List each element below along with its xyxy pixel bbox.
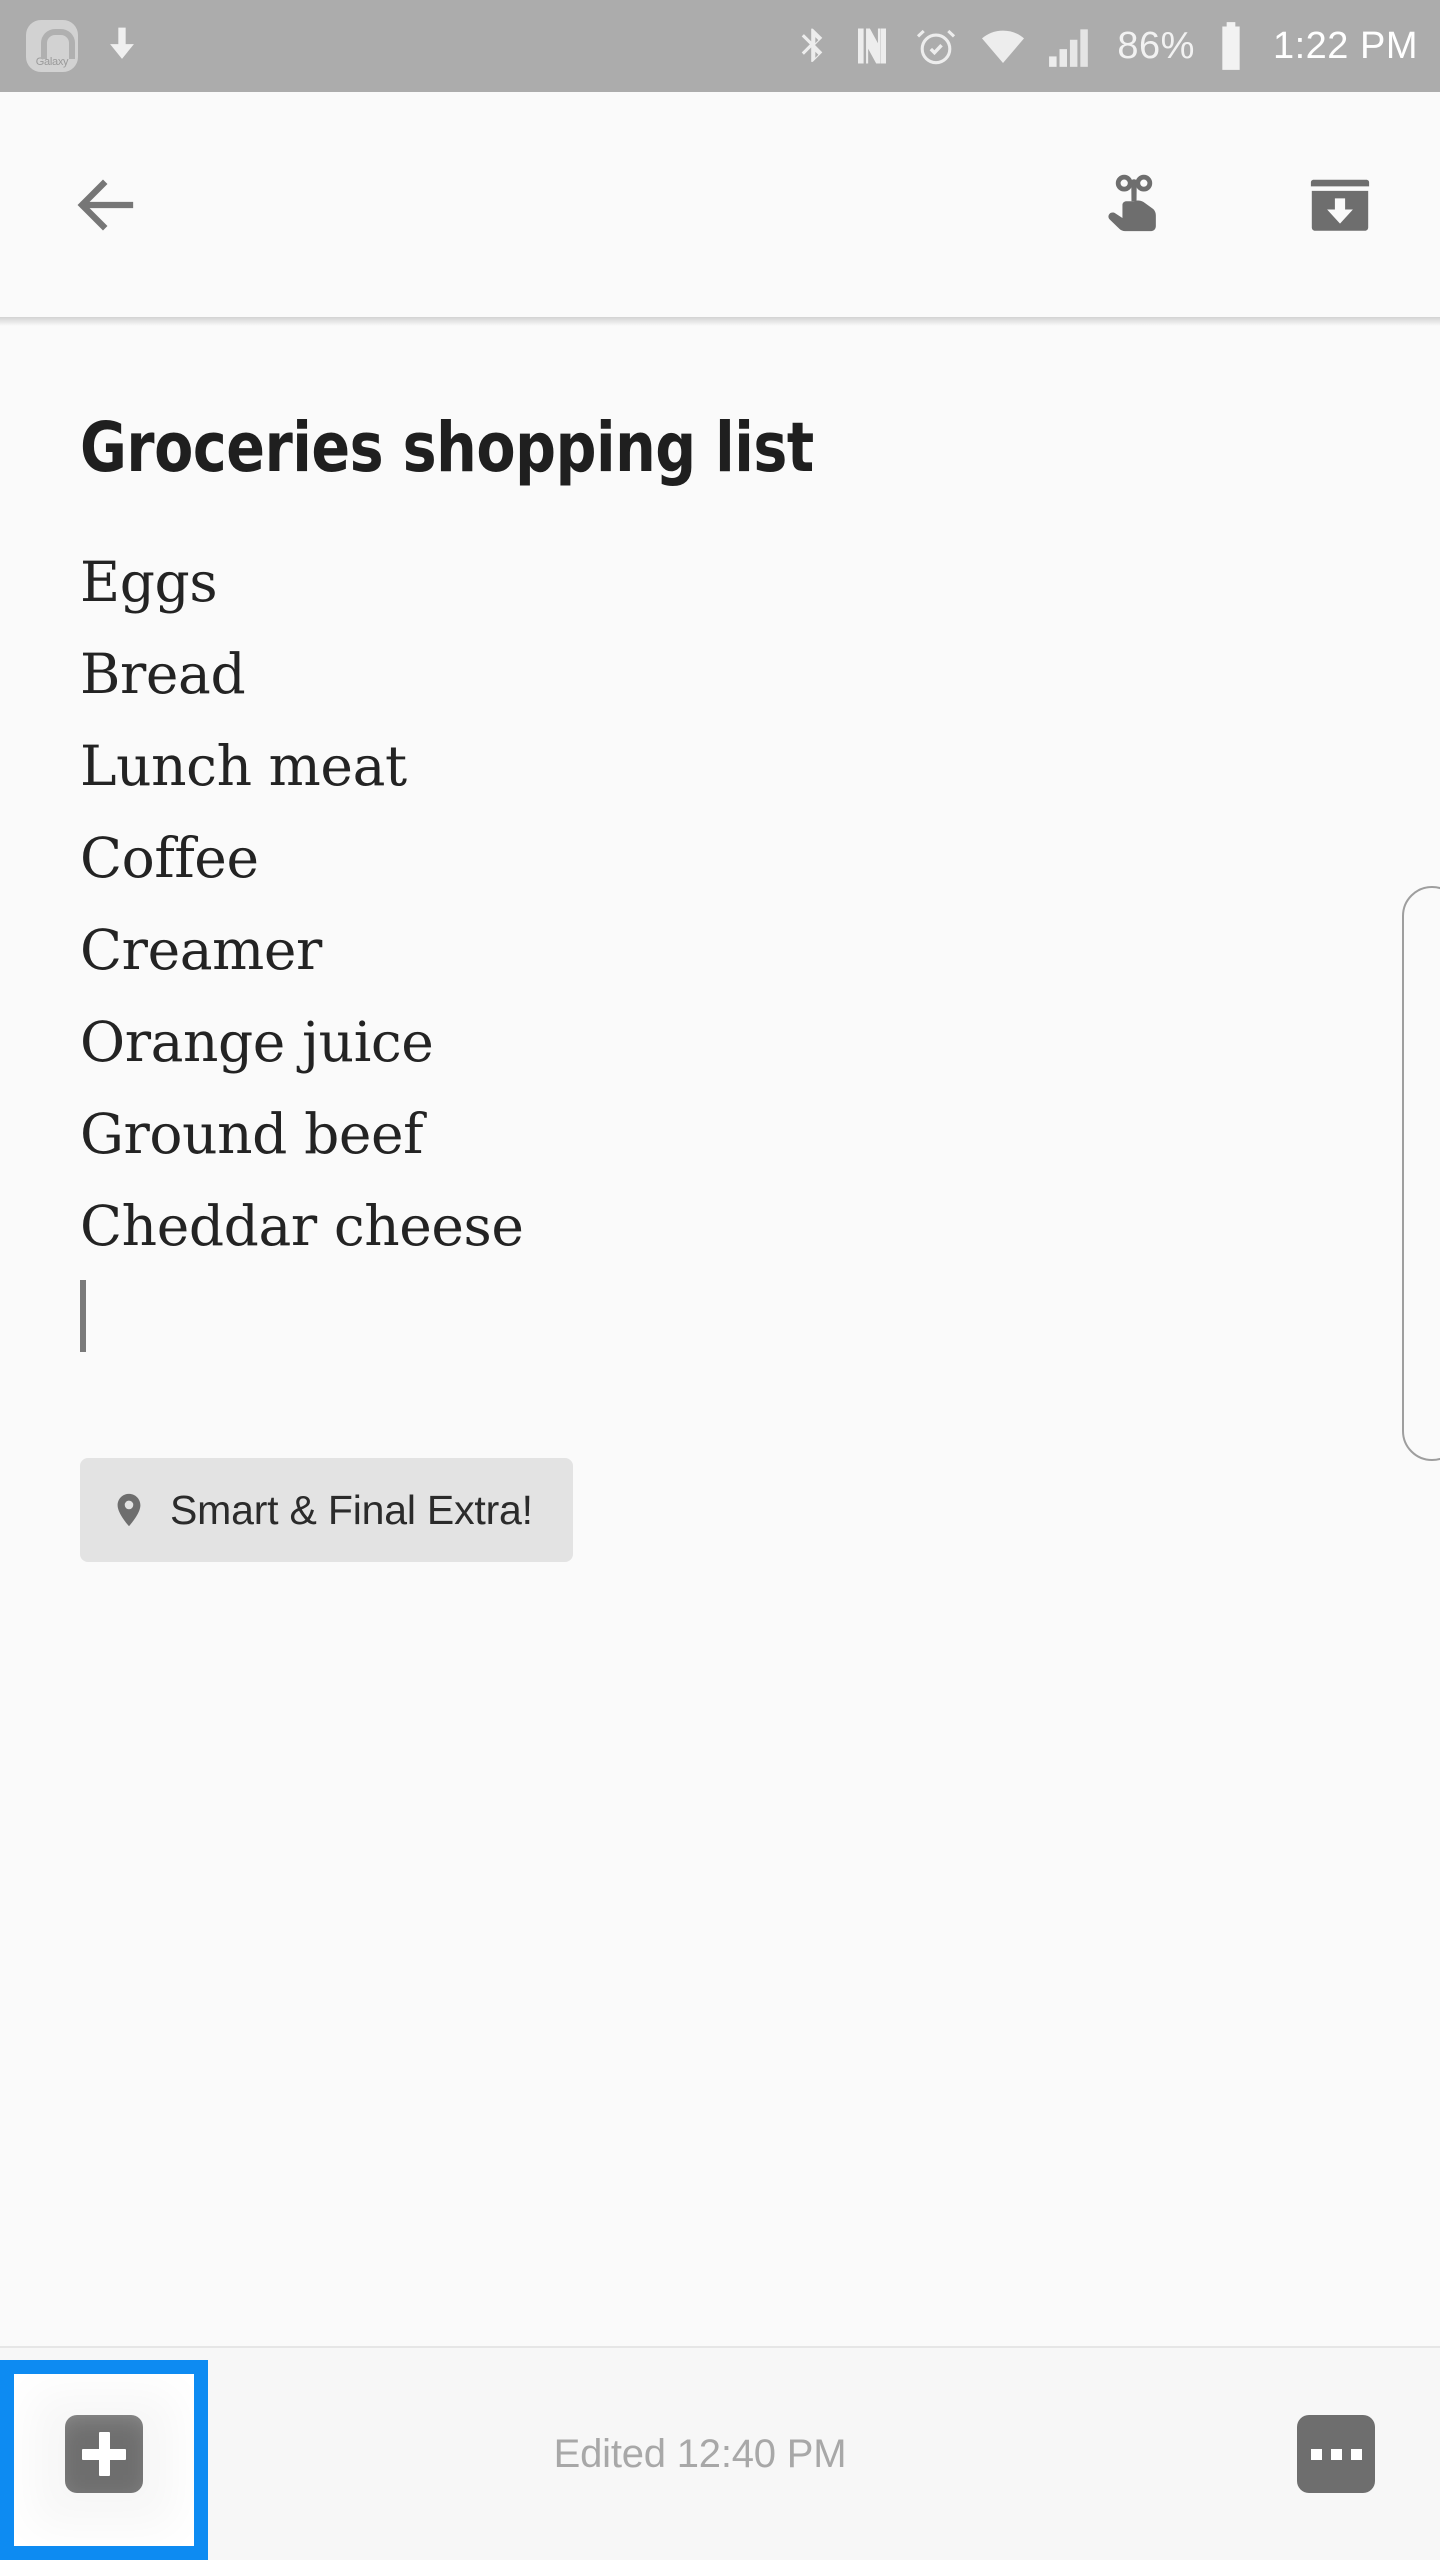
battery-percentage: 86% <box>1117 24 1195 67</box>
status-bar: Galaxy 86% 1:22 PM <box>0 0 1440 92</box>
archive-icon <box>1310 179 1370 231</box>
note-line: Bread <box>80 642 246 707</box>
wifi-icon <box>982 30 1025 64</box>
edited-timestamp: Edited 12:40 PM <box>553 2431 847 2476</box>
note-line: Orange juice <box>80 1010 434 1075</box>
note-body[interactable]: Eggs Bread Lunch meat Coffee Creamer Ora… <box>80 536 1360 1364</box>
note-caret-line <box>80 1272 1360 1364</box>
map-pin-icon <box>117 1494 141 1527</box>
location-chip[interactable]: Smart & Final Extra! <box>80 1458 573 1563</box>
more-options-button[interactable] <box>1297 2415 1375 2493</box>
alarm-icon <box>917 29 956 65</box>
location-chip-label: Smart & Final Extra! <box>170 1486 533 1533</box>
note-line: Lunch meat <box>80 734 407 799</box>
note-line: Cheddar cheese <box>80 1194 524 1259</box>
note-line: Ground beef <box>80 1102 424 1167</box>
note-editor-screen: Galaxy 86% 1:22 PM Groceries shopping li… <box>0 0 1440 2560</box>
note-title[interactable]: Groceries shopping list <box>80 412 1258 485</box>
plus-icon-vertical <box>98 2432 110 2476</box>
back-button[interactable] <box>52 151 160 259</box>
add-button[interactable] <box>65 2415 143 2493</box>
note-content-area[interactable]: Groceries shopping list Eggs Bread Lunch… <box>0 326 1440 2346</box>
galaxy-apps-label: Galaxy <box>35 56 69 68</box>
archive-button[interactable] <box>1286 151 1394 259</box>
note-line: Coffee <box>80 826 259 891</box>
more-button-slot <box>1232 2415 1440 2493</box>
bottom-bar: Edited 12:40 PM <box>0 2346 1440 2560</box>
text-cursor <box>80 1280 86 1353</box>
app-bar <box>0 92 1440 326</box>
back-arrow-icon <box>77 179 134 230</box>
bluetooth-icon <box>802 28 823 62</box>
status-bar-clock: 1:22 PM <box>1272 24 1418 67</box>
pin-reminder-button[interactable] <box>1080 151 1188 259</box>
note-line: Eggs <box>80 550 218 615</box>
scrollbar[interactable] <box>1402 886 1440 1461</box>
battery-full-icon <box>1222 22 1240 70</box>
note-line: Creamer <box>80 918 322 983</box>
status-bar-right-icons: 86% 1:22 PM <box>793 20 1418 72</box>
pin-reminder-icon <box>1108 174 1156 231</box>
cellular-signal-icon <box>1049 29 1089 67</box>
nfc-icon <box>858 28 887 64</box>
galaxy-apps-icon: Galaxy <box>26 20 78 72</box>
ellipsis-icon <box>1310 2448 1362 2460</box>
download-icon <box>110 27 134 59</box>
status-bar-left-icons: Galaxy <box>26 20 144 72</box>
